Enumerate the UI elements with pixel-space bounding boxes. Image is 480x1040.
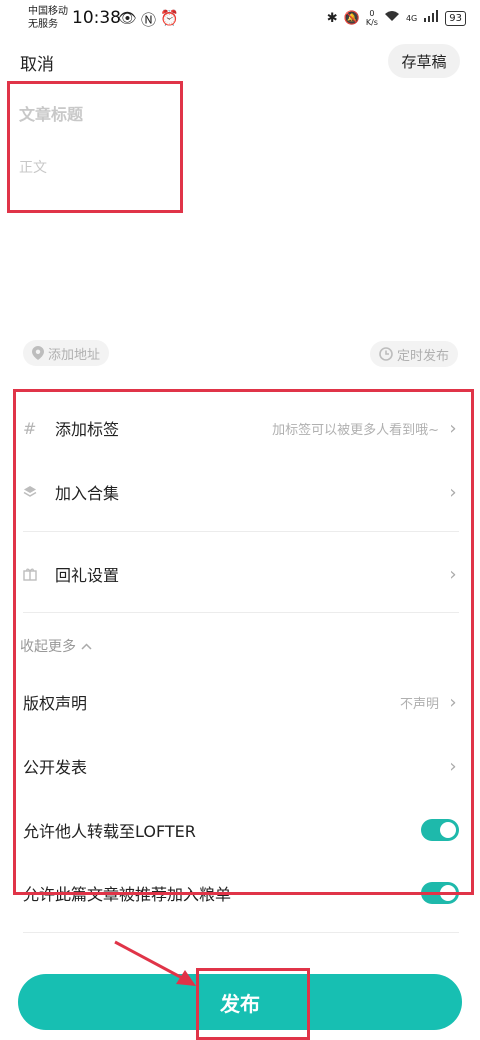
schedule-publish-button[interactable]: 定时发布 (369, 341, 458, 367)
speed-unit: K/s (365, 18, 378, 27)
add-location-button[interactable]: 添加地址 (23, 340, 110, 366)
visibility-label: 公开发表 (23, 758, 88, 777)
gift-settings-row[interactable]: 回礼设置 › (23, 561, 459, 587)
article-title-input[interactable]: 文章标题 (19, 101, 83, 125)
add-tags-hint: 加标签可以被更多人看到哦~ (272, 422, 439, 438)
divider (23, 531, 459, 532)
carrier-service: 无服务 (28, 19, 58, 30)
copyright-label: 版权声明 (23, 694, 88, 713)
add-collection-label: 加入合集 (55, 484, 120, 503)
copyright-row[interactable]: 版权声明 不声明 › (23, 689, 459, 715)
eye-icon: 👁 (118, 9, 138, 27)
chevron-right-icon: › (449, 563, 457, 585)
article-body-input[interactable]: 正文 (19, 157, 47, 177)
battery-icon: 93 (445, 10, 466, 26)
status-icons-right: ✱ 🔕 0 K/s 4G 93 (327, 9, 466, 27)
chevron-right-icon: › (449, 755, 457, 777)
save-draft-button[interactable]: 存草稿 (388, 44, 460, 78)
carrier-name: 中国移动 (28, 6, 68, 17)
clock: 10:38 (72, 8, 121, 28)
allow-repost-toggle[interactable] (421, 819, 459, 841)
hashtag-icon: # (23, 418, 37, 438)
signal-icon (423, 10, 439, 26)
bluetooth-icon: ✱ (326, 10, 338, 26)
location-pin-icon (32, 346, 44, 360)
collapse-more-toggle[interactable]: 收起更多 (20, 636, 92, 656)
add-location-label: 添加地址 (48, 347, 101, 363)
nfc-icon: Ⓝ (141, 11, 157, 29)
alarm-icon: ⏰ (160, 9, 179, 27)
gift-icon (23, 567, 43, 581)
status-icons-left: 👁 Ⓝ ⏰ (118, 9, 179, 30)
chevron-right-icon: › (449, 691, 457, 713)
speed-value: 0 (369, 9, 375, 18)
allow-recommend-toggle[interactable] (421, 882, 459, 904)
cancel-button[interactable]: 取消 (20, 50, 54, 75)
divider (23, 932, 459, 933)
publish-button[interactable]: 发布 (18, 974, 462, 1030)
allow-recommend-label: 允许此篇文章被推荐加入粮单 (23, 885, 232, 904)
network-speed: 0 K/s (366, 9, 378, 27)
layers-icon (23, 485, 43, 499)
chevron-right-icon: › (449, 417, 457, 439)
network-type: 4G (405, 13, 418, 23)
clock-icon (379, 347, 393, 361)
carrier-info: 中国移动 无服务 (28, 5, 68, 31)
allow-recommend-row: 允许此篇文章被推荐加入粮单 (23, 880, 459, 906)
gift-settings-label: 回礼设置 (55, 566, 120, 585)
add-collection-row[interactable]: 加入合集 › (23, 479, 459, 505)
allow-repost-label: 允许他人转载至LOFTER (23, 822, 196, 841)
collapse-more-label: 收起更多 (20, 639, 76, 655)
wifi-icon (384, 10, 400, 26)
divider (23, 612, 459, 613)
chevron-up-icon (81, 638, 92, 654)
add-tags-label: 添加标签 (55, 420, 120, 439)
add-tags-row[interactable]: # 添加标签 加标签可以被更多人看到哦~ › (23, 415, 459, 441)
status-bar: 中国移动 无服务 10:38 👁 Ⓝ ⏰ ✱ 🔕 0 K/s 4G 93 (0, 0, 480, 40)
mute-icon: 🔕 (343, 10, 360, 26)
visibility-row[interactable]: 公开发表 › (23, 753, 459, 779)
schedule-publish-label: 定时发布 (396, 348, 449, 364)
copyright-value: 不声明 (399, 696, 439, 712)
chevron-right-icon: › (449, 481, 457, 503)
allow-repost-row: 允许他人转载至LOFTER (23, 817, 459, 843)
